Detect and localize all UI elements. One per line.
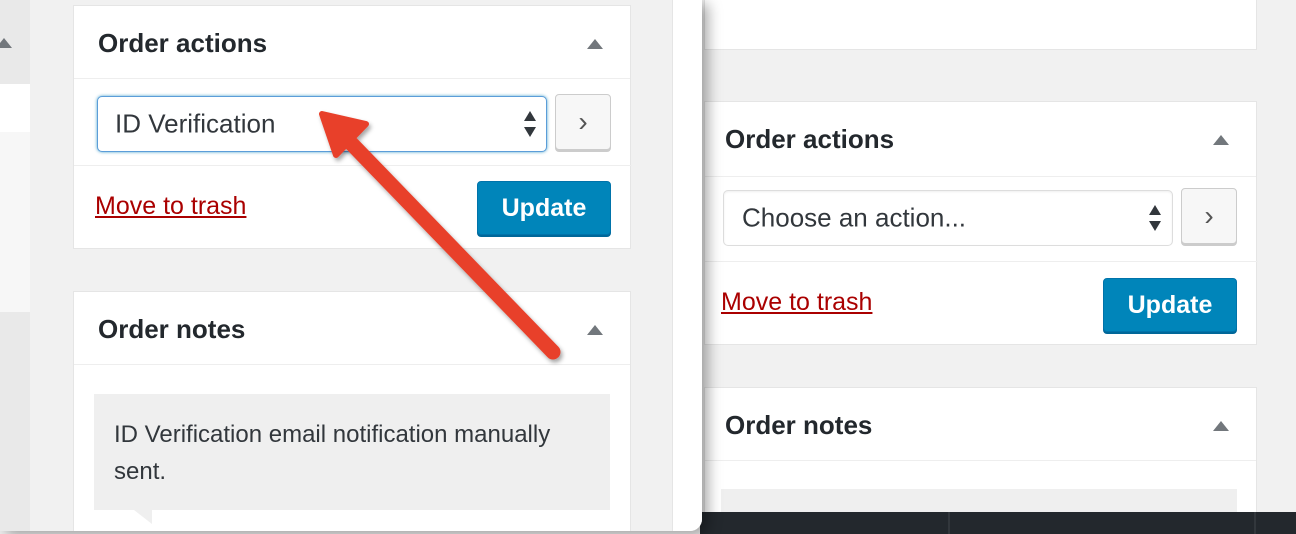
collapse-toggle-icon[interactable] xyxy=(587,325,603,335)
chevron-right-icon: › xyxy=(1204,200,1214,231)
order-notes-title: Order notes xyxy=(98,314,246,344)
right-column-edge xyxy=(672,0,702,531)
order-notes-box: Order notes xyxy=(704,387,1257,529)
order-actions-box: Order actions Choose an action... › Move… xyxy=(704,101,1258,345)
update-button[interactable]: Update xyxy=(1103,278,1237,332)
order-note: ID Verification email notification manua… xyxy=(94,394,610,510)
collapse-toggle-icon[interactable] xyxy=(0,38,12,48)
order-notes-title: Order notes xyxy=(725,410,873,440)
order-action-select[interactable]: ID Verification xyxy=(97,96,547,152)
order-notes-header[interactable]: Order notes xyxy=(74,292,630,365)
top-card xyxy=(704,0,1257,50)
order-actions-title: Order actions xyxy=(98,28,268,58)
apply-action-button[interactable]: › xyxy=(555,94,611,150)
order-actions-title: Order actions xyxy=(725,124,895,154)
move-to-trash-link[interactable]: Move to trash xyxy=(95,192,246,221)
left-column-panel xyxy=(0,132,30,312)
update-button[interactable]: Update xyxy=(477,181,611,235)
bar-separator xyxy=(948,512,950,534)
order-action-select-value: Choose an action... xyxy=(742,202,967,233)
order-action-select-value: ID Verification xyxy=(115,108,276,139)
divider xyxy=(705,261,1258,262)
collapse-toggle-icon[interactable] xyxy=(1213,421,1229,431)
note-tail xyxy=(134,510,152,524)
chevron-right-icon: › xyxy=(578,106,588,137)
bottom-bar xyxy=(700,512,1296,534)
order-actions-header[interactable]: Order actions xyxy=(74,6,630,79)
select-arrows-icon xyxy=(1149,205,1161,231)
order-notes-box: Order notes ID Verification email notifi… xyxy=(73,291,631,531)
bar-separator xyxy=(1254,512,1256,534)
order-action-select[interactable]: Choose an action... xyxy=(723,190,1173,246)
order-actions-box: Order actions ID Verification › Move to … xyxy=(73,5,632,249)
order-notes-header[interactable]: Order notes xyxy=(705,388,1256,461)
update-button-label: Update xyxy=(1127,290,1213,319)
collapse-toggle-icon[interactable] xyxy=(1213,135,1229,145)
zoomed-screenshot: Order actions ID Verification › Move to … xyxy=(0,0,702,531)
collapse-toggle-icon[interactable] xyxy=(587,39,603,49)
order-note-text: ID Verification email notification manua… xyxy=(114,421,551,485)
left-column-panel xyxy=(0,84,30,132)
divider xyxy=(74,165,632,166)
order-actions-header[interactable]: Order actions xyxy=(705,102,1256,177)
apply-action-button[interactable]: › xyxy=(1181,188,1237,244)
update-button-label: Update xyxy=(501,193,587,222)
select-arrows-icon xyxy=(524,111,536,137)
move-to-trash-link[interactable]: Move to trash xyxy=(721,288,872,317)
